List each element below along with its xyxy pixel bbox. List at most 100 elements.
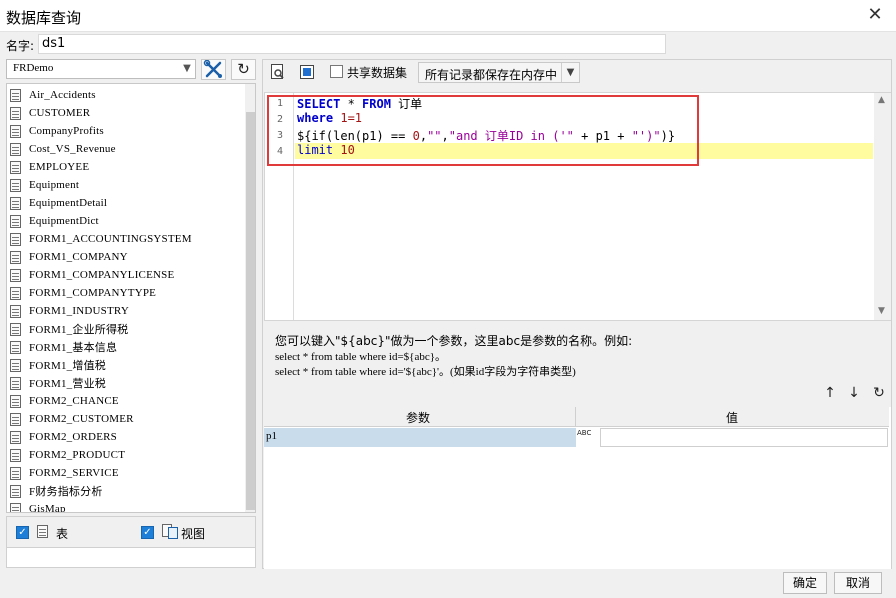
chevron-down-icon[interactable]: ▼ xyxy=(179,60,195,78)
editor-scrollbar[interactable]: ▲ ▼ xyxy=(874,93,891,320)
list-item[interactable]: FORM2_SERVICE xyxy=(10,464,119,482)
column-divider xyxy=(575,407,576,427)
refresh-icon[interactable]: ↻ xyxy=(231,59,256,80)
edit-connection-button[interactable] xyxy=(201,59,226,80)
list-item[interactable]: EquipmentDict xyxy=(10,212,99,230)
storage-mode-select[interactable]: 所有记录都保存在内存中 ▼ xyxy=(418,62,580,83)
chevron-down-icon[interactable]: ▼ xyxy=(561,63,579,82)
table-icon xyxy=(10,232,21,246)
table-name: FORM1_COMPANYTYPE xyxy=(29,287,157,299)
table-name: FORM2_CHANCE xyxy=(29,395,119,407)
table-row[interactable]: p1 xyxy=(264,428,576,447)
table-name: FORM1_企业所得税 xyxy=(29,324,129,336)
list-item[interactable]: FORM1_COMPANYTYPE xyxy=(10,284,156,302)
refresh-params-icon[interactable]: ↻ xyxy=(870,384,888,402)
table-name: FORM1_COMPANYLICENSE xyxy=(29,269,175,281)
close-button[interactable]: ✕ xyxy=(860,2,890,30)
view-checkbox[interactable]: ✓ xyxy=(141,526,154,539)
list-item[interactable]: CUSTOMER xyxy=(10,104,90,122)
table-icon xyxy=(10,250,21,264)
table-icon xyxy=(10,304,21,318)
table-icon xyxy=(10,340,21,354)
param-hint-line-2: select * from table where id=${abc}。 xyxy=(275,351,447,363)
list-item[interactable]: FORM1_INDUSTRY xyxy=(10,302,129,320)
table-icon xyxy=(10,448,21,462)
list-item[interactable]: EMPLOYEE xyxy=(10,158,89,176)
move-down-icon[interactable]: ↓ xyxy=(845,384,863,402)
sql-editor[interactable]: 1 2 3 4 SELECT * FROM 订单 where 1=1 ${if(… xyxy=(264,92,891,321)
type-icon-label: ABC xyxy=(577,429,592,437)
table-option-label: 表 xyxy=(56,527,69,541)
table-icon xyxy=(10,160,21,174)
string-type-icon[interactable]: ABC xyxy=(577,428,599,447)
list-item[interactable]: FORM1_COMPANYLICENSE xyxy=(10,266,174,284)
list-item[interactable]: EquipmentDetail xyxy=(10,194,107,212)
scroll-down-icon[interactable]: ▼ xyxy=(878,306,885,316)
list-item[interactable]: Cost_VS_Revenue xyxy=(10,140,116,158)
connection-select[interactable]: FRDemo ▼ xyxy=(6,59,196,79)
list-item[interactable]: FORM1_营业税 xyxy=(10,374,106,392)
param-hint-line-3: select * from table where id='${abc}'。(如… xyxy=(275,366,576,378)
table-name: FORM1_基本信息 xyxy=(29,342,118,354)
table-icon xyxy=(10,322,21,336)
table-icon xyxy=(10,178,21,192)
table-icon xyxy=(10,214,21,228)
share-dataset-label: 共享数据集 xyxy=(347,66,408,80)
table-name: FORM1_营业税 xyxy=(29,378,106,390)
list-item[interactable]: FORM2_CUSTOMER xyxy=(10,410,134,428)
param-hint-line-1: 您可以键入"${abc}"做为一个参数，这里abc是参数的名称。例如: xyxy=(275,334,633,348)
table-name: CompanyProfits xyxy=(29,125,104,137)
table-type-icon xyxy=(37,525,48,538)
cancel-button[interactable]: 取消 xyxy=(834,572,882,594)
list-item[interactable]: FORM2_PRODUCT xyxy=(10,446,125,464)
table-name: Air_Accidents xyxy=(29,89,96,101)
query-panel: 共享数据集 所有记录都保存在内存中 ▼ 1 2 3 4 SELECT * FRO… xyxy=(262,59,892,569)
parameter-icon[interactable] xyxy=(297,62,319,84)
table-list[interactable]: Air_Accidents CUSTOMER CompanyProfits Cost_… xyxy=(6,83,256,513)
share-dataset-checkbox[interactable] xyxy=(330,65,343,78)
column-header-param: 参数 xyxy=(406,411,431,425)
list-item[interactable]: Equipment xyxy=(10,176,79,194)
list-item[interactable]: FORM1_企业所得税 xyxy=(10,320,128,338)
list-item[interactable]: CompanyProfits xyxy=(10,122,104,140)
list-item[interactable]: FORM1_增值税 xyxy=(10,356,106,374)
highlight-annotation-box xyxy=(267,95,699,166)
list-item[interactable]: FORM1_基本信息 xyxy=(10,338,117,356)
table-name: FORM2_PRODUCT xyxy=(29,449,126,461)
move-up-icon[interactable]: ↑ xyxy=(821,384,839,402)
ok-button[interactable]: 确定 xyxy=(783,572,827,594)
table-icon xyxy=(10,466,21,480)
list-item[interactable]: FORM1_COMPANY xyxy=(10,248,128,266)
table-name: Cost_VS_Revenue xyxy=(29,143,116,155)
list-item[interactable]: F财务指标分析 xyxy=(10,482,103,500)
table-icon xyxy=(10,142,21,156)
list-item[interactable]: GisMap xyxy=(10,500,66,513)
table-icon xyxy=(10,106,21,120)
list-item[interactable]: FORM2_CHANCE xyxy=(10,392,119,410)
tools-icon xyxy=(203,59,222,78)
table-icon xyxy=(10,88,21,102)
table-icon xyxy=(10,430,21,444)
table-icon xyxy=(10,124,21,138)
scroll-up-icon[interactable]: ▲ xyxy=(878,95,885,105)
column-header-value: 值 xyxy=(726,411,739,425)
table-name: Equipment xyxy=(29,179,80,191)
table-name: GisMap xyxy=(29,503,66,513)
view-type-icon xyxy=(162,524,179,542)
table-icon xyxy=(10,502,21,512)
list-item[interactable]: FORM1_ACCOUNTINGSYSTEM xyxy=(10,230,192,248)
scrollbar-thumb[interactable] xyxy=(246,112,255,510)
table-filter-input[interactable] xyxy=(6,547,256,568)
table-name: EquipmentDetail xyxy=(29,197,108,209)
table-name: EMPLOYEE xyxy=(29,161,90,173)
list-item[interactable]: FORM2_ORDERS xyxy=(10,428,117,446)
connection-value: FRDemo xyxy=(13,62,54,74)
list-item[interactable]: Air_Accidents xyxy=(10,86,96,104)
view-option-label: 视图 xyxy=(181,527,206,541)
table-name: FORM1_ACCOUNTINGSYSTEM xyxy=(29,233,192,245)
table-checkbox[interactable]: ✓ xyxy=(16,526,29,539)
param-value-input[interactable] xyxy=(600,428,888,447)
list-scrollbar[interactable] xyxy=(245,84,255,512)
name-input[interactable]: ds1 xyxy=(38,34,666,54)
preview-icon[interactable] xyxy=(268,62,290,84)
